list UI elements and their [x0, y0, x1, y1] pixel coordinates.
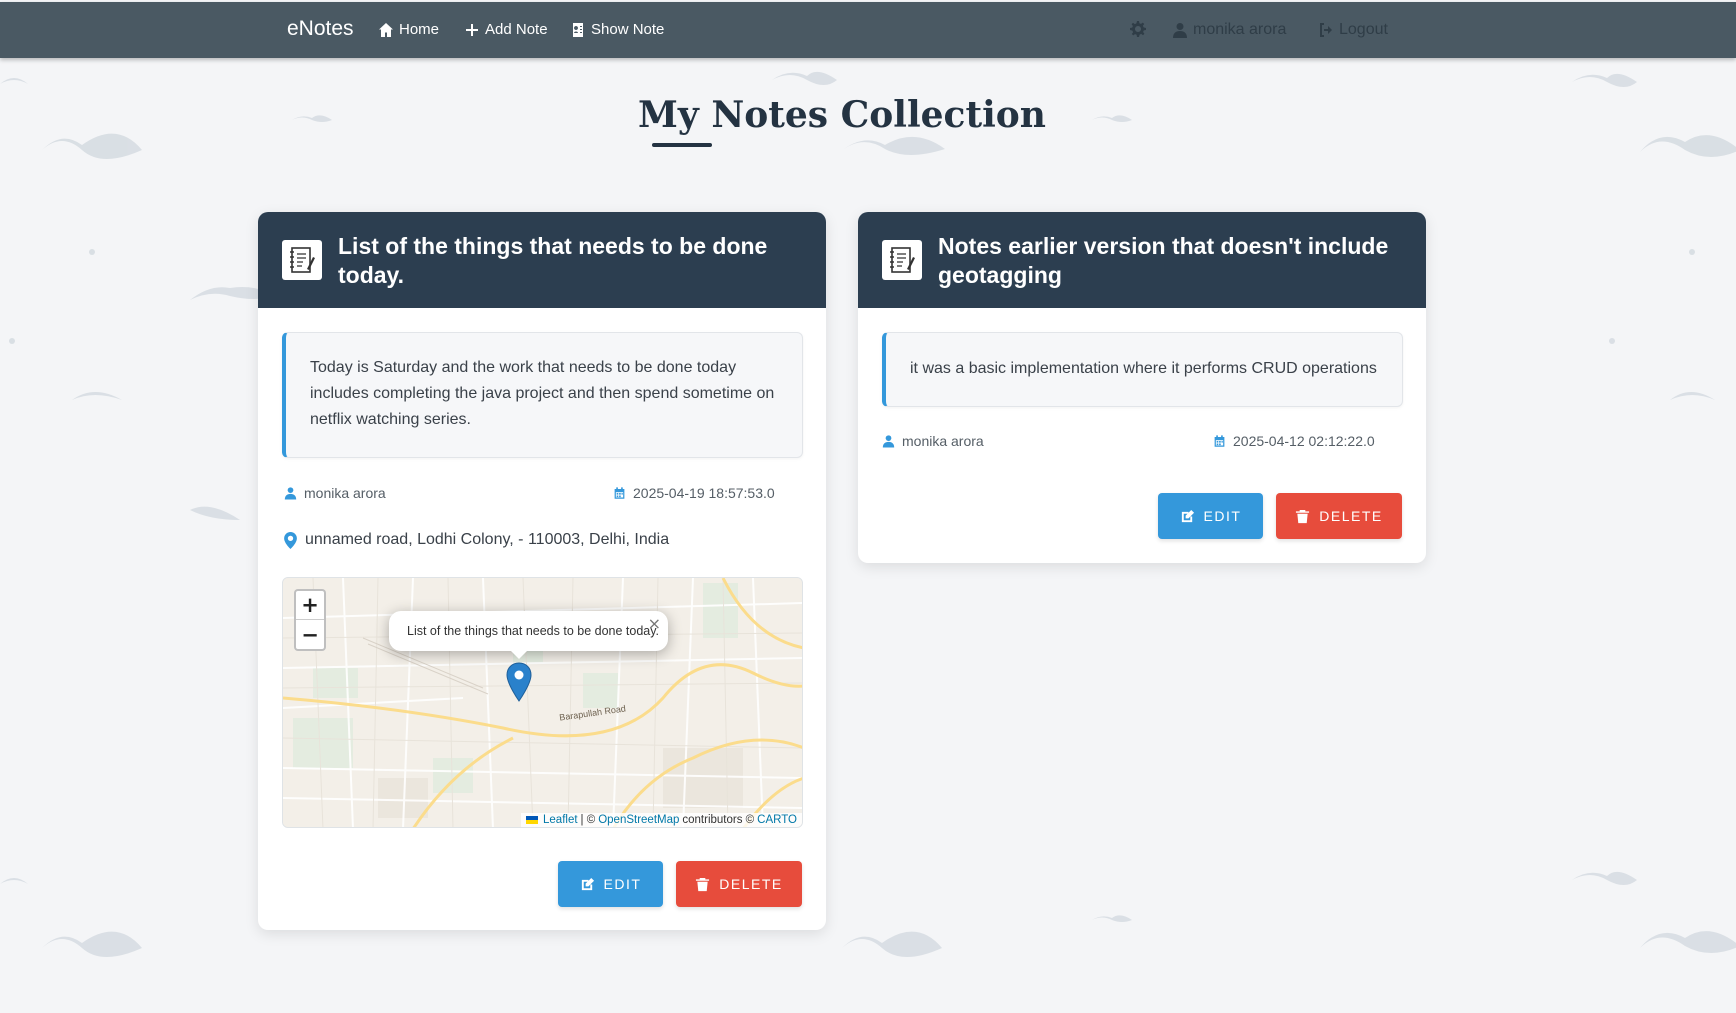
- note-title: Notes earlier version that doesn't inclu…: [938, 233, 1389, 288]
- attribution-separator: | ©: [580, 814, 596, 826]
- note-card-header: Notes earlier version that doesn't inclu…: [858, 212, 1426, 308]
- edit-button[interactable]: EDIT: [558, 861, 663, 907]
- nav-home[interactable]: Home: [378, 21, 439, 38]
- nav-show-note-label: Show Note: [591, 21, 665, 38]
- edit-icon: [581, 877, 594, 890]
- address-book-icon: [573, 22, 583, 37]
- settings-button[interactable]: [1130, 21, 1146, 37]
- page-title: My Notes Collection: [638, 94, 1046, 136]
- trash-icon: [1296, 509, 1310, 523]
- trash-icon: [696, 877, 710, 891]
- calendar-icon: [1214, 435, 1225, 447]
- carto-link[interactable]: CARTO: [757, 814, 797, 826]
- note-location: unnamed road, Lodhi Colony, - 110003, De…: [284, 531, 669, 549]
- map-zoom-control: + −: [294, 589, 326, 651]
- delete-button[interactable]: DELETE: [676, 861, 802, 907]
- logout-link[interactable]: Logout: [1318, 21, 1388, 39]
- map-marker-icon[interactable]: [506, 662, 532, 702]
- zoom-out-button[interactable]: −: [296, 620, 324, 649]
- ukraine-flag-icon: [526, 816, 539, 824]
- user-icon: [1173, 23, 1187, 38]
- osm-link[interactable]: OpenStreetMap: [598, 814, 679, 826]
- note-card-header: List of the things that needs to be done…: [258, 212, 826, 308]
- notebook-icon: [882, 240, 922, 280]
- notebook-icon: [282, 240, 322, 280]
- zoom-in-button[interactable]: +: [296, 591, 324, 620]
- edit-button-label: EDIT: [1203, 508, 1242, 524]
- delete-button[interactable]: DELETE: [1276, 493, 1402, 539]
- map-marker-icon: [284, 531, 297, 549]
- note-author-name: monika arora: [902, 433, 984, 449]
- note-author: monika arora: [882, 433, 984, 449]
- edit-icon: [1181, 509, 1194, 522]
- user-icon: [882, 435, 895, 448]
- note-date-value: 2025-04-12 02:12:22.0: [1233, 433, 1375, 449]
- brand-logo[interactable]: eNotes: [287, 17, 354, 41]
- note-date-value: 2025-04-19 18:57:53.0: [633, 485, 775, 501]
- map-view[interactable]: Barapullah Road + − List of the things t…: [282, 577, 803, 828]
- map-popup-text: List of the things that needs to be done…: [407, 624, 660, 638]
- attribution-contributors: contributors ©: [682, 814, 755, 826]
- calendar-icon: [614, 487, 625, 499]
- note-author-name: monika arora: [304, 485, 386, 501]
- note-date: 2025-04-12 02:12:22.0: [1213, 433, 1375, 449]
- user-menu[interactable]: monika arora: [1172, 21, 1286, 39]
- edit-button-label: EDIT: [603, 876, 642, 892]
- leaflet-link[interactable]: Leaflet: [543, 814, 578, 826]
- map-attribution: Leaflet | © OpenStreetMap contributors ©…: [521, 813, 802, 827]
- nav-add-note-label: Add Note: [485, 21, 548, 38]
- map-popup-tip: [509, 649, 529, 659]
- delete-button-label: DELETE: [1319, 508, 1383, 524]
- note-content-text: Today is Saturday and the work that need…: [310, 359, 775, 428]
- user-name: monika arora: [1193, 21, 1287, 38]
- note-card: Notes earlier version that doesn't inclu…: [858, 212, 1426, 563]
- note-location-text: unnamed road, Lodhi Colony, - 110003, De…: [305, 531, 670, 548]
- gear-icon: [1130, 21, 1146, 37]
- home-icon: [379, 22, 393, 37]
- nav-show-note[interactable]: Show Note: [570, 21, 664, 38]
- nav-add-note[interactable]: Add Note: [464, 21, 548, 38]
- nav-home-label: Home: [399, 21, 440, 38]
- logout-label: Logout: [1339, 21, 1388, 38]
- top-navbar: eNotes Home Add Note Show Note monika ar…: [0, 2, 1736, 58]
- logout-icon: [1320, 23, 1332, 37]
- note-card: List of the things that needs to be done…: [258, 212, 826, 930]
- plus-icon: [466, 23, 478, 36]
- user-icon: [284, 487, 297, 500]
- map-popup: List of the things that needs to be done…: [389, 611, 668, 651]
- title-underline: [652, 143, 712, 147]
- note-content: Today is Saturday and the work that need…: [282, 332, 803, 458]
- note-date: 2025-04-19 18:57:53.0: [613, 485, 775, 501]
- delete-button-label: DELETE: [719, 876, 783, 892]
- note-content: it was a basic implementation where it p…: [882, 332, 1403, 407]
- note-author: monika arora: [284, 485, 386, 501]
- edit-button[interactable]: EDIT: [1158, 493, 1263, 539]
- note-title: List of the things that needs to be done…: [338, 233, 768, 288]
- note-content-text: it was a basic implementation where it p…: [910, 360, 1377, 377]
- popup-close-button[interactable]: ×: [648, 614, 661, 633]
